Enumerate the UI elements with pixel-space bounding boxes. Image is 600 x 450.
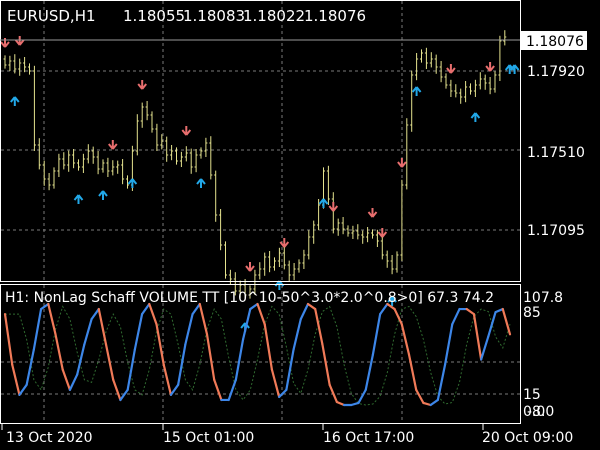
schaff-segment [162,363,173,396]
schaff-segment [270,368,281,399]
schaff-segment [76,343,86,376]
schaff-segment [104,343,115,381]
schaff-segment [256,302,266,326]
time-tick: 15 Oct 01:00 [163,430,254,446]
schaff-segment [429,398,439,407]
sell-arrow-icon [397,158,407,168]
schaff-segment [61,368,72,391]
price-tick: 1.17510 [527,145,585,161]
schaff-segment [83,318,93,346]
schaff-segment [422,401,432,407]
indicator-tick: 15 [523,387,541,403]
schaff-segment [54,333,64,371]
schaff-segment [184,313,194,346]
buy-arrow-icon [98,190,108,200]
schaff-segment [90,307,100,321]
sell-arrow-icon [245,262,255,272]
schaff-segment [501,307,512,336]
schaff-segment [436,363,447,402]
ohlc-close: 1.18076 [304,7,366,25]
schaff-segment [328,383,338,404]
ohlc-open: 1.18055 [123,7,185,25]
time-tick: 16 Oct 17:00 [323,430,414,446]
mt4-chart-window: EURUSD,H1 1.18055 1.18083 1.18022 1.1807… [0,0,600,450]
schaff-segment [350,401,360,407]
sell-arrow-icon [279,238,290,248]
schaff-segment [25,348,35,386]
buy-arrow-icon [127,178,138,188]
sell-arrow-icon [328,202,339,212]
schaff-segment [119,388,129,402]
schaff-segment [443,323,454,366]
schaff-segment [32,307,43,351]
schaff-segment [169,383,180,396]
sell-arrow-icon [446,64,456,74]
buy-arrow-icon [274,280,285,290]
chart-canvas[interactable]: EURUSD,H1 1.18055 1.18083 1.18022 1.1807… [0,0,600,450]
sell-arrow-icon [0,38,10,48]
sell-arrow-icon [485,62,495,72]
schaff-segment [357,388,367,405]
price-pane-border [0,0,521,282]
schaff-segment [451,307,461,326]
schaff-segment [335,400,346,407]
symbol-header: EURUSD,H1 [7,7,96,25]
time-tick: 20 Oct 09:00 [482,430,573,446]
schaff-segment [364,353,375,391]
buy-arrow-icon [10,96,20,106]
price-tick: 1.17095 [527,223,585,239]
schaff-segment [177,343,187,386]
current-price-label: 1.18076 [526,34,584,50]
schaff-segment [285,348,295,391]
schaff-segment [299,302,310,321]
schaff-segment [148,302,158,326]
sell-arrow-icon [137,80,147,90]
buy-arrow-icon [196,178,206,188]
schaff-segment [205,333,216,381]
indicator-tick: 85 [523,305,541,321]
schaff-segment [415,388,425,405]
schaff-segment [11,363,21,396]
schaff-segment [494,307,504,314]
schaff-segment [68,373,79,391]
ohlc-low: 1.18022 [243,7,305,25]
schaff-segment [400,323,411,356]
indicator-tick: -8.0 [527,404,554,420]
sell-arrow-icon [181,126,192,136]
schaff-segment [371,313,382,356]
schaff-segment [112,378,122,402]
sell-arrow-icon [377,228,388,238]
schaff-segment [472,313,483,361]
schaff-segment [292,318,302,351]
time-tick: 13 Oct 2020 [6,430,93,446]
buy-arrow-icon [411,86,422,96]
schaff-segment [227,378,237,402]
schaff-segment [198,302,209,336]
indicator-label: H1: NonLag Schaff VOLUME TT [10^10-50^3.… [5,290,494,306]
schaff-segment [407,353,418,391]
schaff-segment [321,343,331,386]
schaff-segment [97,307,108,346]
schaff-segment [263,323,274,371]
ohlc-high: 1.18083 [183,7,245,25]
schaff-segment [480,335,490,361]
schaff-segment [133,313,144,351]
buy-arrow-icon [470,112,481,122]
indicator-tick: 107.8 [523,290,563,306]
buy-arrow-icon [318,198,329,208]
schaff-segment [155,323,165,366]
sell-arrow-icon [108,140,118,150]
schaff-segment [234,338,245,381]
indicator-series [3,302,512,407]
schaff-segment [465,307,476,316]
buy-arrow-icon [73,194,84,204]
schaff-segment [47,302,57,336]
price-tick: 1.17920 [527,64,585,80]
schaff-segment [278,388,288,399]
sell-arrow-icon [367,208,378,218]
schaff-segment [213,378,223,402]
schaff-segment [18,383,28,396]
schaff-segment [3,313,14,366]
